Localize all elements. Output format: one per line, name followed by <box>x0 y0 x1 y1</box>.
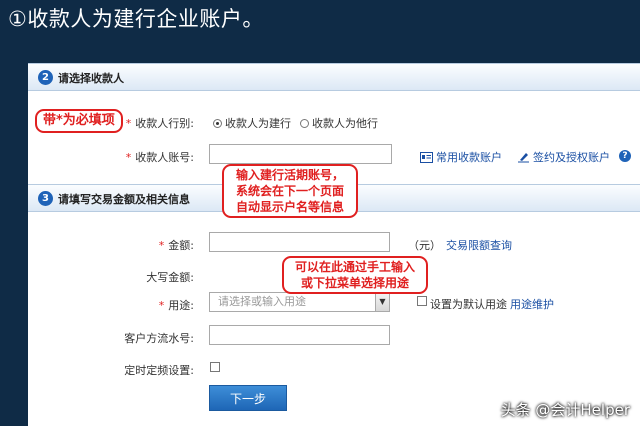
callout-line: 自动显示户名等信息 <box>235 200 344 214</box>
scheduled-checkbox[interactable] <box>210 362 220 372</box>
amount-input[interactable] <box>209 232 390 252</box>
section-number-badge: 3 <box>38 191 53 206</box>
radio-selected-icon[interactable] <box>213 119 222 128</box>
set-default-checkbox[interactable] <box>417 296 427 306</box>
purpose-select[interactable]: 请选择或输入用途 ▼ <box>209 292 390 312</box>
transfer-form-panel: 2 请选择收款人 * 收款人行别: 收款人为建行 收款人为他行 * 收款人账号: 常… <box>28 63 640 426</box>
callout-line: 系统会在下一个页面 <box>235 184 344 198</box>
slide-title: ①收款人为建行企业账户。 <box>8 7 264 31</box>
callout-line: 或下拉菜单选择用途 <box>300 276 409 290</box>
help-icon[interactable]: ? <box>619 150 631 162</box>
callout-line: 可以在此通过手工输入 <box>294 260 415 274</box>
next-step-button[interactable]: 下一步 <box>209 385 287 411</box>
callout-account-note: 输入建行活期账号， 系统会在下一个页面 自动显示户名等信息 <box>222 164 358 218</box>
callout-line: 输入建行活期账号， <box>235 168 344 182</box>
purpose-maintain-link[interactable]: 用途维护 <box>510 296 554 312</box>
scheduled-label: 定时定频设置: <box>124 364 194 377</box>
set-default-label: 设置为默认用途 <box>430 298 507 311</box>
watermark: 头条 @会计Helper <box>500 401 630 419</box>
purpose-placeholder: 请选择或输入用途 <box>218 295 306 308</box>
radio-payee-other[interactable]: 收款人为他行 <box>300 115 378 131</box>
section-title: 请选择收款人 <box>58 72 124 85</box>
amount-unit: （元） <box>408 239 441 252</box>
section-title: 请填写交易金额及相关信息 <box>58 193 190 206</box>
frequent-accounts-text[interactable]: 常用收款账户 <box>436 151 502 164</box>
required-star: * <box>125 117 132 130</box>
section-number-badge: 2 <box>38 70 53 85</box>
radio-payee-ccb-label: 收款人为建行 <box>225 117 291 130</box>
radio-payee-other-label: 收款人为他行 <box>312 117 378 130</box>
required-star: * <box>125 151 132 164</box>
dropdown-arrow-icon[interactable]: ▼ <box>375 293 389 311</box>
pen-sign-icon <box>518 153 529 163</box>
sign-authorize-text[interactable]: 签约及授权账户 <box>533 151 610 164</box>
section-header-select-payee: 2 请选择收款人 <box>28 63 640 91</box>
amount-label-text: 金额: <box>168 239 194 252</box>
address-card-icon <box>420 152 433 163</box>
callout-purpose-note: 可以在此通过手工输入 或下拉菜单选择用途 <box>282 256 428 294</box>
frequent-accounts-link[interactable]: 常用收款账户 <box>420 149 502 165</box>
customer-serial-input[interactable] <box>209 325 390 345</box>
radio-unselected-icon[interactable] <box>300 119 309 128</box>
sign-authorize-link[interactable]: 签约及授权账户 <box>517 149 610 165</box>
payee-bank-label-text: 收款人行别: <box>135 117 194 130</box>
payee-account-label: * 收款人账号: <box>84 149 194 165</box>
purpose-label: * 用途: <box>84 297 194 313</box>
limit-query-link[interactable]: 交易限额查询 <box>446 237 512 253</box>
amount-caps-label: 大写金额: <box>146 271 194 284</box>
customer-serial-label: 客户方流水号: <box>124 332 194 345</box>
callout-required-note: 带*为必填项 <box>35 109 123 133</box>
required-star: * <box>158 299 165 312</box>
payee-account-label-text: 收款人账号: <box>135 151 194 164</box>
radio-payee-ccb[interactable]: 收款人为建行 <box>213 115 291 131</box>
required-star: * <box>158 239 165 252</box>
payee-account-input[interactable] <box>209 144 392 164</box>
amount-label: * 金额: <box>84 237 194 253</box>
purpose-label-text: 用途: <box>168 299 194 312</box>
